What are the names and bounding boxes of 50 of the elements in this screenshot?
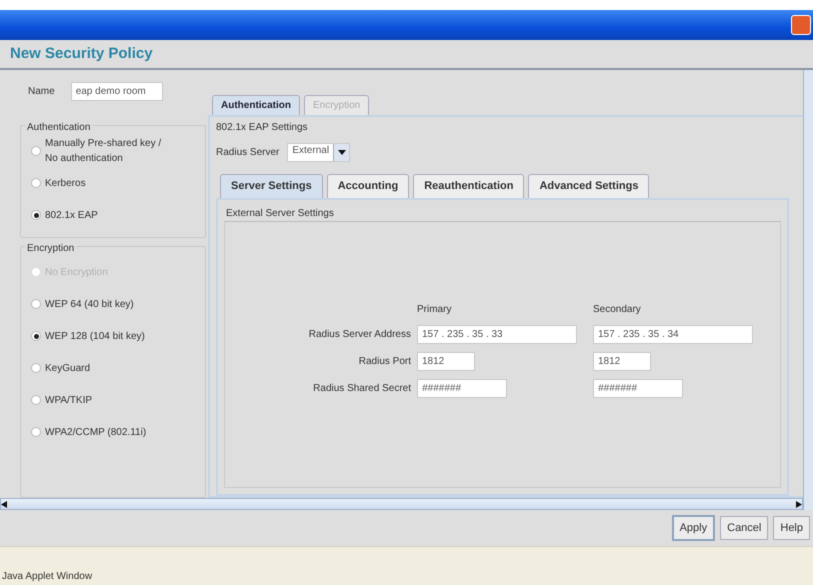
horizontal-scrollbar[interactable] bbox=[0, 498, 803, 510]
radio-label: WEP 128 (104 bit key) bbox=[45, 330, 145, 344]
tab[interactable]: Accounting bbox=[326, 174, 410, 198]
group-title: External Server Settings bbox=[224, 206, 336, 220]
radio-label: WPA/TKIP bbox=[45, 394, 92, 408]
radio-button[interactable] bbox=[31, 210, 41, 220]
field-label: Radius Shared Secret bbox=[312, 382, 411, 396]
radio-label: WEP 64 (40 bit key) bbox=[45, 298, 134, 312]
radio-label: Kerberos bbox=[45, 176, 86, 190]
close-button[interactable] bbox=[791, 15, 811, 35]
radio-button[interactable] bbox=[31, 363, 41, 373]
tab[interactable]: Reauthentication bbox=[413, 174, 524, 198]
dialog-button[interactable]: Help bbox=[773, 516, 810, 540]
right-arrow-icon[interactable] bbox=[796, 500, 802, 508]
tab[interactable]: Advanced Settings bbox=[528, 174, 650, 198]
group-title: Encryption bbox=[25, 241, 76, 256]
radio-label: 802.1x EAP bbox=[45, 208, 98, 222]
column-header: Primary bbox=[417, 302, 452, 316]
radio-label: WPA2/CCMP (802.11i) bbox=[45, 426, 146, 440]
tab[interactable]: Authentication bbox=[212, 95, 300, 115]
field-label: Radius Server Address bbox=[308, 328, 411, 342]
status-bar-text: Java Applet Window bbox=[2, 570, 92, 584]
caret-icon bbox=[338, 150, 346, 155]
input-field[interactable]: 157 . 235 . 35 . 33 bbox=[417, 324, 577, 344]
radio-label: KeyGuard bbox=[45, 362, 90, 376]
name-field[interactable]: eap demo room bbox=[70, 82, 163, 101]
tab[interactable]: Server Settings bbox=[220, 174, 323, 198]
radio-button[interactable] bbox=[31, 395, 41, 405]
password-field[interactable]: ####### bbox=[593, 378, 683, 398]
field-label: Radius Port bbox=[358, 354, 411, 368]
password-field[interactable]: ####### bbox=[417, 378, 507, 398]
left-arrow-icon[interactable] bbox=[1, 500, 7, 508]
window-title: New Security Policy bbox=[10, 44, 153, 64]
input-field[interactable]: 1812 bbox=[417, 352, 475, 370]
name-label: Name bbox=[28, 85, 55, 99]
column-header: Secondary bbox=[593, 302, 642, 316]
radio-button[interactable] bbox=[31, 146, 41, 156]
radius-server-dropdown[interactable]: External bbox=[287, 143, 350, 162]
dialog-button[interactable]: Apply bbox=[672, 514, 716, 542]
section-title: 802.1x EAP Settings bbox=[216, 121, 309, 135]
dialog-button[interactable]: Cancel bbox=[720, 516, 768, 540]
radio-button[interactable] bbox=[31, 427, 41, 437]
input-field[interactable]: 157 . 235 . 35 . 34 bbox=[593, 324, 753, 344]
radio-label: Manually Pre-shared key / No authentication bbox=[45, 137, 162, 166]
input-field[interactable]: 1812 bbox=[593, 352, 651, 370]
radio-button[interactable] bbox=[31, 178, 41, 188]
radio-button[interactable] bbox=[31, 331, 41, 341]
vertical-scrollbar[interactable] bbox=[803, 70, 813, 510]
radio-button[interactable] bbox=[31, 299, 41, 309]
radius-server-label: Radius Server bbox=[216, 146, 280, 160]
